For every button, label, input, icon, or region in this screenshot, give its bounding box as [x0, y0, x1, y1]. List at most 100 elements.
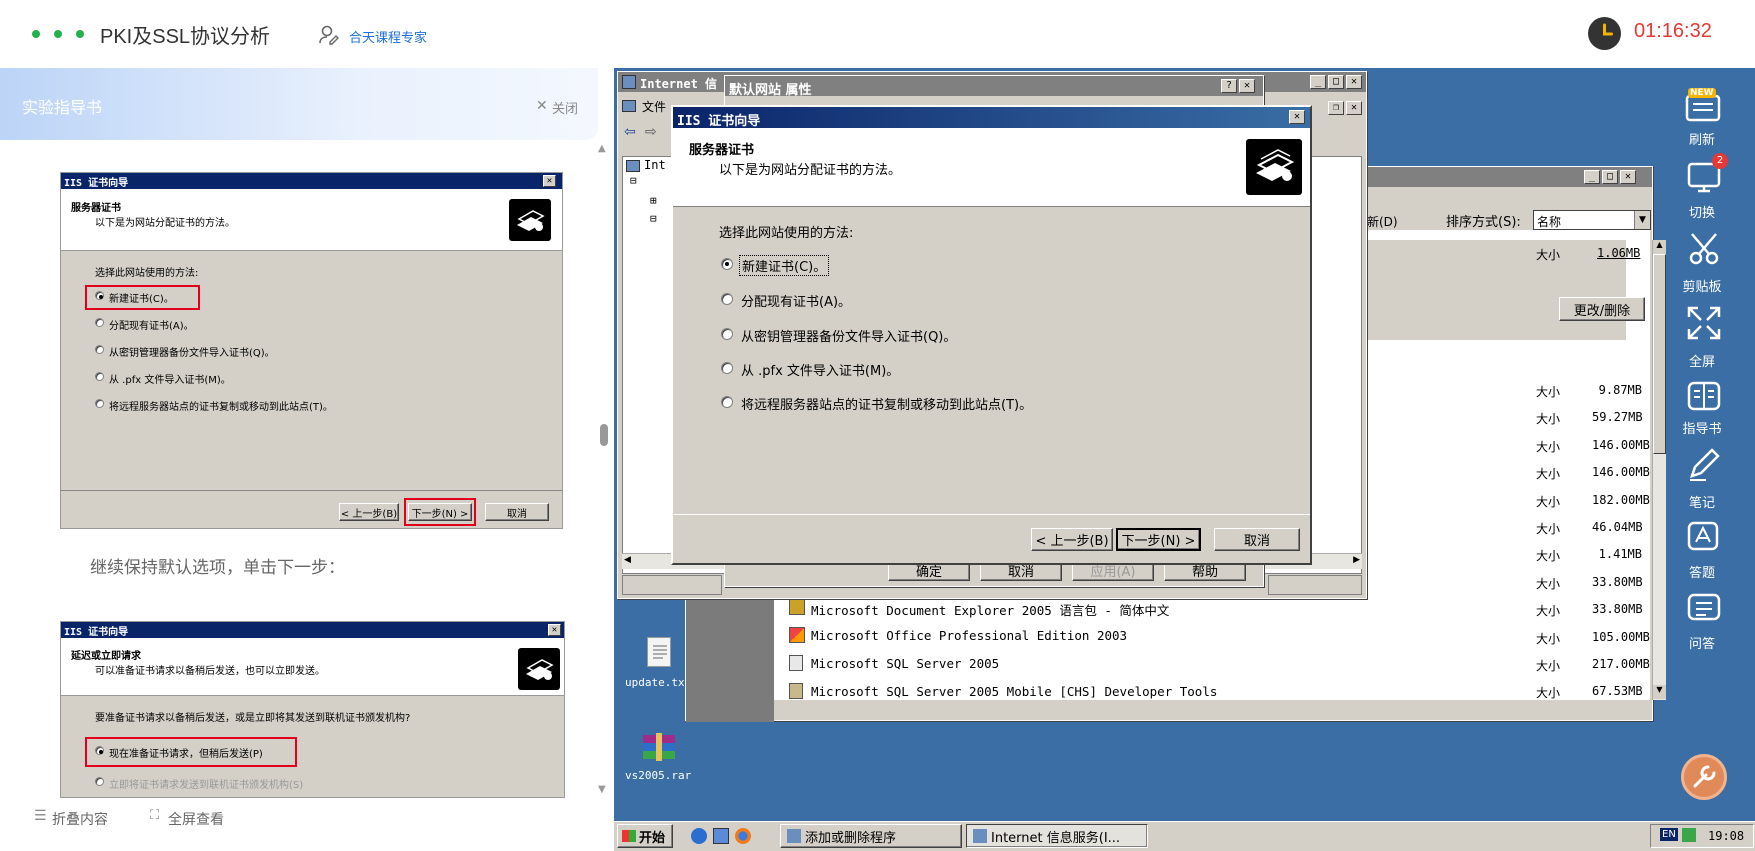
toolbar-qa-label[interactable]: 问答 — [1672, 633, 1732, 652]
iis-tree-root[interactable]: Int — [644, 158, 666, 172]
settings-wrench-icon[interactable] — [1681, 754, 1727, 800]
guide-close-button[interactable]: 关闭 — [552, 98, 578, 117]
shot1-option-1: 新建证书(C)。 — [109, 294, 174, 305]
wizard-subheading: 以下是为网站分配证书的方法。 — [719, 163, 902, 178]
scroll-up-arrow[interactable]: ▲ — [598, 143, 606, 154]
toolbar-answer-label[interactable]: 答题 — [1672, 562, 1732, 581]
chevron-down-icon[interactable]: ▼ — [1634, 211, 1650, 229]
wizard-option-new[interactable]: 新建证书(C)。 — [739, 255, 830, 276]
scroll-down-arrow[interactable]: ▼ — [598, 784, 606, 795]
iis-task-icon — [973, 829, 987, 843]
desktop-icon-update-label[interactable]: update.tx — [625, 676, 685, 689]
answer-icon[interactable] — [1686, 520, 1722, 556]
guide-close-icon[interactable]: ✕ — [536, 97, 548, 114]
guide-screenshot-2: IIS 证书向导 ✕ 延迟或立即请求 可以准备证书请求以备稍后发送，也可以立即发… — [60, 621, 565, 798]
fullscreen-view-icon[interactable]: ⛶ — [150, 808, 159, 823]
toolbar-switch-label[interactable]: 切换 — [1672, 202, 1732, 221]
arp-size-value: 67.53MB — [1592, 684, 1643, 699]
wizard-radio-assign[interactable] — [721, 293, 733, 305]
arp-size-label: 大小 — [1536, 631, 1561, 646]
wizard-cancel-button[interactable]: 取消 — [1214, 528, 1300, 551]
tree-expand-icon[interactable]: ⊞ — [650, 194, 657, 207]
hscroll-left-icon[interactable]: ◀ — [624, 555, 631, 565]
arp-scroll-thumb[interactable] — [1653, 254, 1666, 454]
toolbar-fullscreen-label[interactable]: 全屏 — [1672, 351, 1732, 370]
wizard-radio-import-pfx[interactable] — [721, 362, 733, 374]
text-file-icon[interactable] — [647, 637, 671, 667]
wizard-option-copy-remote[interactable]: 将远程服务器站点的证书复制或移动到此站点(T)。 — [741, 394, 1032, 413]
taskbar-item-iis[interactable]: Internet 信息服务(I... — [966, 824, 1148, 848]
shot2-close-icon: ✕ — [548, 624, 561, 636]
iis-child-restore-icon[interactable]: ❐ — [1328, 101, 1344, 115]
wizard-next-button[interactable]: 下一步(N) > — [1116, 528, 1201, 551]
arp-scroll-down-icon[interactable]: ▼ — [1653, 685, 1666, 699]
wizard-radio-new[interactable] — [721, 258, 733, 270]
toolbar-notes-label[interactable]: 笔记 — [1672, 492, 1732, 511]
cert-wizard-dialog[interactable]: IIS 证书向导 ✕ 服务器证书 以下是为网站分配证书的方法。 选择此网站使用的… — [671, 105, 1312, 565]
toolbar-refresh-label[interactable]: 刷新 — [1672, 129, 1732, 148]
shot2-radio-2 — [95, 777, 104, 786]
arp-max-icon[interactable]: □ — [1602, 170, 1618, 184]
iis-menu-file[interactable]: 文件 — [642, 98, 666, 115]
hscroll-right-icon[interactable]: ▶ — [1353, 555, 1360, 565]
toolbar-clipboard-label[interactable]: 剪贴板 — [1672, 276, 1732, 295]
guide-scroll-thumb[interactable] — [600, 424, 608, 446]
arp-sort-select[interactable]: 名称 ▼ — [1533, 210, 1651, 230]
taskbar-item-arp[interactable]: 添加或删除程序 — [780, 824, 962, 848]
fullscreen-view-button[interactable]: 全屏查看 — [168, 809, 224, 829]
program-name-3[interactable]: Microsoft SQL Server 2005 — [811, 656, 999, 671]
wizard-close-icon[interactable]: ✕ — [1289, 110, 1305, 124]
window-dot-2 — [54, 30, 62, 38]
ie-quicklaunch-icon[interactable] — [691, 828, 707, 844]
back-arrow-icon[interactable]: ⇦ — [624, 124, 636, 140]
wizard-heading: 服务器证书 — [689, 143, 755, 158]
arp-scrollbar[interactable]: ▲ ▼ — [1652, 240, 1666, 700]
props-close-icon[interactable]: ✕ — [1239, 79, 1255, 93]
start-button[interactable]: 开始 — [617, 824, 673, 848]
iis-max-icon[interactable]: □ — [1328, 75, 1344, 89]
desktop-icon-rar-label[interactable]: vs2005.rar — [625, 769, 691, 782]
wizard-radio-copy-remote[interactable] — [721, 396, 733, 408]
program-name-1[interactable]: Microsoft Document Explorer 2005 语言包 - 简… — [811, 600, 1169, 619]
expert-icon[interactable] — [318, 24, 340, 46]
wizard-option-assign[interactable]: 分配现有证书(A)。 — [741, 291, 851, 310]
fullscreen-icon[interactable] — [1686, 305, 1722, 341]
props-help-icon[interactable]: ? — [1221, 79, 1237, 93]
wizard-option-import-pfx[interactable]: 从 .pfx 文件导入证书(M)。 — [741, 360, 899, 379]
tray-network-icon[interactable] — [1682, 828, 1696, 842]
clipboard-scissors-icon[interactable] — [1686, 230, 1722, 266]
taskbar-item-arp-label: 添加或删除程序 — [805, 830, 897, 846]
wizard-back-button[interactable]: < 上一步(B) — [1031, 528, 1113, 551]
firefox-quicklaunch-icon[interactable] — [735, 828, 751, 844]
fold-content-button[interactable]: 折叠内容 — [52, 809, 108, 829]
arp-size-label: 大小 — [1536, 439, 1561, 454]
qa-list-icon[interactable] — [1686, 592, 1722, 624]
program-name-2[interactable]: Microsoft Office Professional Edition 20… — [811, 628, 1127, 643]
expert-link[interactable]: 合天课程专家 — [349, 27, 427, 46]
wizard-radio-import-backup[interactable] — [721, 328, 733, 340]
iis-min-icon[interactable]: _ — [1310, 75, 1326, 89]
toolbar-guide-label[interactable]: 指导书 — [1672, 418, 1732, 437]
iis-close-icon[interactable]: ✕ — [1346, 75, 1362, 89]
iis-child-close-icon[interactable]: ✕ — [1346, 101, 1362, 115]
tree-collapse-icon[interactable]: ⊟ — [630, 174, 637, 187]
shot1-title: IIS 证书向导 — [64, 178, 129, 189]
arp-size-value: 59.27MB — [1592, 410, 1643, 425]
change-remove-button[interactable]: 更改/删除 — [1559, 297, 1645, 321]
language-indicator[interactable]: EN — [1660, 828, 1678, 841]
arp-size-value: 33.80MB — [1592, 574, 1643, 589]
program-name-4[interactable]: Microsoft SQL Server 2005 Mobile [CHS] D… — [811, 684, 1217, 699]
pen-note-icon[interactable] — [1686, 446, 1722, 482]
arp-scroll-up-icon[interactable]: ▲ — [1653, 240, 1666, 254]
arp-min-icon[interactable]: _ — [1584, 170, 1600, 184]
tree-collapse-icon-2[interactable]: ⊟ — [650, 212, 657, 225]
arp-close-icon[interactable]: ✕ — [1620, 170, 1636, 184]
desktop-quicklaunch-icon[interactable] — [713, 828, 729, 844]
fold-icon[interactable]: ☰ — [34, 808, 47, 824]
rar-archive-icon[interactable] — [641, 733, 677, 761]
wizard-titlebar[interactable] — [673, 107, 1310, 128]
guide-book-icon[interactable] — [1686, 380, 1722, 412]
forward-arrow-icon[interactable]: ⇨ — [645, 124, 657, 140]
wizard-option-import-backup[interactable]: 从密钥管理器备份文件导入证书(Q)。 — [741, 326, 956, 345]
shot1-option-5: 将远程服务器站点的证书复制或移动到此站点(T)。 — [109, 402, 333, 413]
